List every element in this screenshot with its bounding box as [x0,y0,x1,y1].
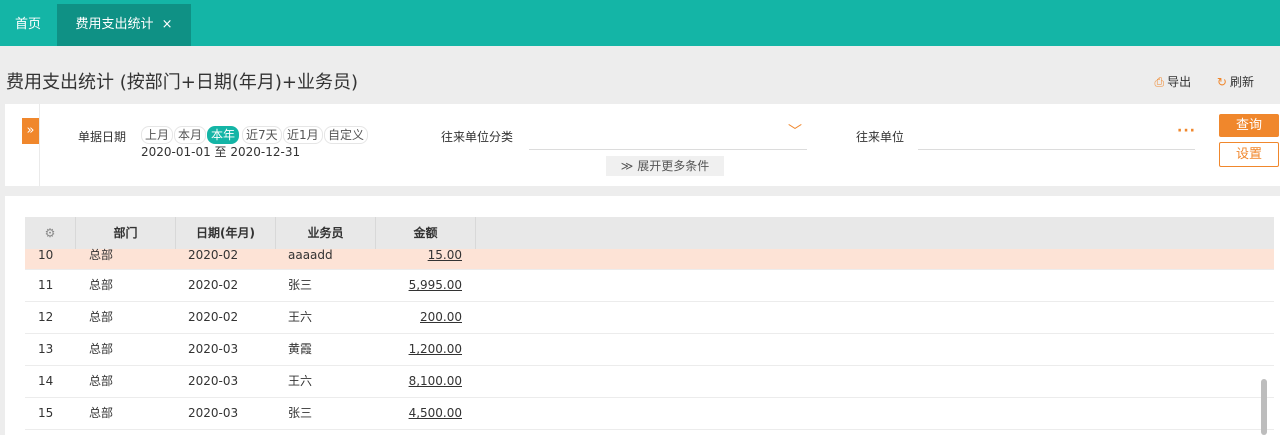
cell-staff: 张三 [288,406,313,420]
chevron-down-icon[interactable]: ﹀ [788,121,802,141]
filter-panel: » 单据日期 上月 本月 本年 近7天 近1月 自定义 2020-01-01 至… [5,104,1280,186]
column-settings-icon[interactable]: ⚙ [25,217,76,249]
grid-header: ⚙ 部门 日期(年月) 业务员 金额 [25,217,1274,249]
quick-date-custom[interactable]: 自定义 [324,126,369,144]
tab-label: 费用支出统计 [75,17,154,32]
export-icon: ⎙ [1154,75,1165,89]
quick-date-this-year[interactable]: 本年 [207,126,240,144]
header-actions: ⎙ 导出 ↻ 刷新 [1132,73,1254,90]
row-number: 11 [38,278,54,292]
table-row[interactable]: 10 总部 2020-02 aaaadd 15.00 [25,249,1274,270]
cell-month: 2020-03 [188,374,239,388]
export-label: 导出 [1167,75,1192,89]
expand-panel-icon[interactable]: » [22,118,39,144]
row-number: 15 [38,406,54,420]
tab-home[interactable]: 首页 [0,4,56,46]
header-amount[interactable]: 金额 [376,217,476,249]
header-staff[interactable]: 业务员 [276,217,376,249]
page-title: 费用支出统计 (按部门+日期(年月)+业务员) [6,72,358,93]
vertical-scrollbar[interactable] [1261,379,1267,435]
export-button[interactable]: ⎙ 导出 [1154,75,1194,89]
row-number: 14 [38,374,54,388]
date-label: 单据日期 [78,130,127,144]
row-number: 10 [38,248,54,262]
row-number: 12 [38,310,54,324]
cell-month: 2020-02 [188,248,239,262]
expand-more-conditions-button[interactable]: ≫ 展开更多条件 [606,156,724,176]
cell-amount-link[interactable]: 4,500.00 [376,398,462,429]
close-icon[interactable]: × [162,17,173,32]
cell-amount-link[interactable]: 15.00 [376,249,462,261]
cell-dept: 总部 [89,278,114,292]
settings-button[interactable]: 设置 [1219,142,1279,167]
cell-amount-link[interactable]: 5,995.00 [376,270,462,301]
cell-staff: 王六 [288,310,313,324]
cell-staff: 黄霞 [288,342,313,356]
quick-date-this-month[interactable]: 本月 [174,126,207,144]
top-tab-bar: 首页 费用支出统计 × [0,0,1280,46]
cell-month: 2020-02 [188,310,239,324]
table-row[interactable]: 15 总部 2020-03 张三 4,500.00 [25,398,1274,430]
double-chevron-down-icon: ≫ [620,159,634,173]
header-month[interactable]: 日期(年月) [176,217,276,249]
cell-dept: 总部 [89,374,114,388]
partner-input[interactable] [918,149,1195,150]
grid-panel: ⚙ 部门 日期(年月) 业务员 金额 10 总部 2020-02 aaaadd … [5,196,1280,435]
cell-dept: 总部 [89,248,114,262]
table-row[interactable]: 11 总部 2020-02 张三 5,995.00 [25,270,1274,302]
cell-amount-link[interactable]: 1,200.00 [376,334,462,365]
partner-category-select[interactable] [529,149,807,150]
table-row[interactable]: 12 总部 2020-02 王六 200.00 [25,302,1274,334]
quick-date-last-month[interactable]: 上月 [141,126,174,144]
cell-amount-link[interactable]: 8,100.00 [376,366,462,397]
data-grid: ⚙ 部门 日期(年月) 业务员 金额 10 总部 2020-02 aaaadd … [25,217,1274,430]
cell-month: 2020-03 [188,342,239,356]
quick-date-last-1-month[interactable]: 近1月 [283,126,323,144]
more-conditions-label: 展开更多条件 [637,159,710,173]
cell-dept: 总部 [89,406,114,420]
divider [39,104,40,186]
table-row[interactable]: 14 总部 2020-03 王六 8,100.00 [25,366,1274,398]
cell-staff: aaaadd [288,248,333,262]
date-range: 2020-01-01 至 2020-12-31 [141,145,301,159]
partner-category-label: 往来单位分类 [441,130,514,144]
tab-expense-stats[interactable]: 费用支出统计 × [57,4,191,46]
quick-date-last-7-days[interactable]: 近7天 [242,126,282,144]
table-row[interactable]: 13 总部 2020-03 黄霞 1,200.00 [25,334,1274,366]
cell-dept: 总部 [89,342,114,356]
query-button[interactable]: 查询 [1219,114,1279,137]
header-dept[interactable]: 部门 [76,217,176,249]
refresh-icon: ↻ [1216,75,1227,89]
cell-dept: 总部 [89,310,114,324]
cell-month: 2020-03 [188,406,239,420]
refresh-label: 刷新 [1229,75,1254,89]
cell-staff: 王六 [288,374,313,388]
refresh-button[interactable]: ↻ 刷新 [1217,75,1254,89]
partner-label: 往来单位 [856,130,905,144]
cell-staff: 张三 [288,278,313,292]
cell-month: 2020-02 [188,278,239,292]
cell-amount-link[interactable]: 200.00 [376,302,462,333]
row-number: 13 [38,342,54,356]
more-options-icon[interactable]: ··· [1177,123,1196,139]
